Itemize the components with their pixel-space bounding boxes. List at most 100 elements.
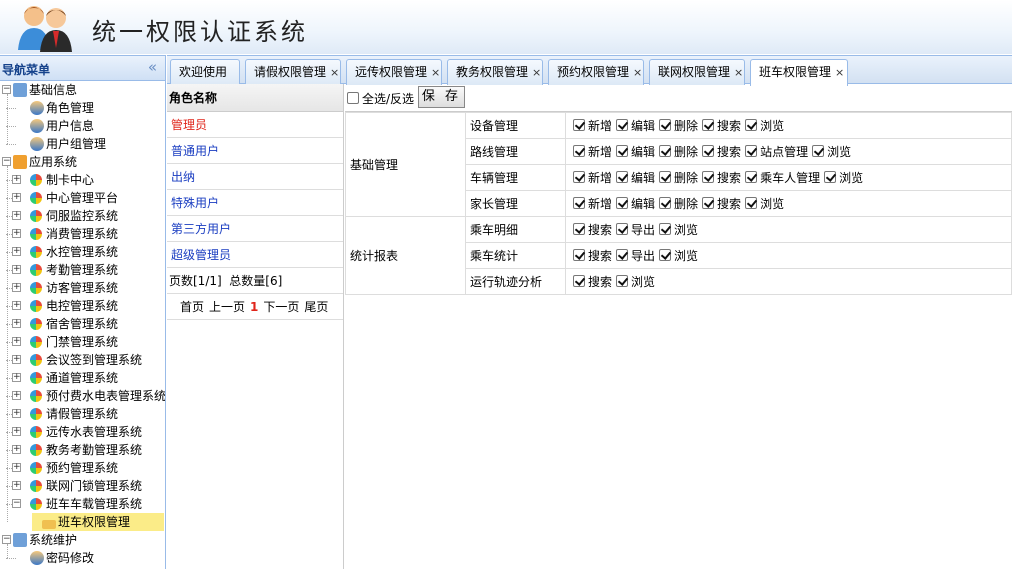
tab-2[interactable]: 远传权限管理 × — [346, 59, 442, 85]
permission-option[interactable]: 导出 — [616, 249, 655, 263]
permission-option[interactable]: 搜索 — [702, 197, 741, 211]
tree-item[interactable]: + 考勤管理系统 — [6, 261, 118, 279]
tree-item[interactable]: − 班车车载管理系统 — [6, 495, 142, 513]
checkbox[interactable] — [745, 171, 758, 183]
checkbox[interactable] — [659, 119, 672, 131]
close-icon[interactable]: × — [835, 66, 844, 79]
tree-item[interactable]: + 联网门锁管理系统 — [6, 477, 142, 495]
tree-item[interactable]: + 通道管理系统 — [6, 369, 118, 387]
permission-option[interactable]: 编辑 — [616, 171, 655, 185]
permission-option[interactable]: 搜索 — [573, 223, 612, 237]
checkbox[interactable] — [573, 119, 585, 131]
permission-option[interactable]: 浏览 — [659, 249, 698, 263]
tab-1[interactable]: 请假权限管理 × — [245, 59, 341, 85]
checkbox[interactable] — [659, 249, 672, 261]
tree-item[interactable]: 用户信息 — [6, 117, 94, 135]
role-item[interactable]: 普通用户 — [167, 138, 343, 164]
permission-option[interactable]: 删除 — [659, 171, 698, 185]
expand-toggle-icon[interactable]: + — [12, 463, 21, 472]
expand-toggle-icon[interactable]: + — [12, 283, 21, 292]
tree-item[interactable]: + 电控管理系统 — [6, 297, 118, 315]
select-all-checkbox[interactable] — [347, 92, 359, 104]
expand-toggle-icon[interactable]: + — [12, 319, 21, 328]
expand-toggle-icon[interactable]: + — [12, 229, 21, 238]
tree-item[interactable]: + 请假管理系统 — [6, 405, 118, 423]
expand-toggle-icon[interactable]: + — [12, 193, 21, 202]
first-page-link[interactable]: 首页 — [180, 300, 204, 314]
checkbox[interactable] — [616, 275, 629, 287]
checkbox[interactable] — [616, 171, 629, 183]
expand-toggle-icon[interactable]: + — [12, 427, 21, 436]
collapse-toggle-icon[interactable]: − — [2, 85, 11, 94]
checkbox[interactable] — [659, 223, 672, 235]
tree-item[interactable]: 角色管理 — [6, 99, 94, 117]
tree-node-1[interactable]: − 应用系统 — [0, 153, 77, 171]
role-item[interactable]: 特殊用户 — [167, 190, 343, 216]
expand-toggle-icon[interactable]: + — [12, 265, 21, 274]
permission-option[interactable]: 编辑 — [616, 145, 655, 159]
tree-item[interactable]: + 远传水表管理系统 — [6, 423, 142, 441]
permission-option[interactable]: 新增 — [573, 145, 612, 159]
tree-item[interactable]: + 制卡中心 — [6, 171, 94, 189]
checkbox[interactable] — [659, 145, 672, 157]
checkbox[interactable] — [812, 145, 825, 157]
expand-toggle-icon[interactable]: + — [12, 409, 21, 418]
tab-0[interactable]: 欢迎使用 — [170, 59, 240, 85]
permission-option[interactable]: 搜索 — [702, 171, 741, 185]
expand-toggle-icon[interactable]: + — [12, 373, 21, 382]
permission-option[interactable]: 搜索 — [573, 275, 612, 289]
permission-option[interactable]: 搜索 — [573, 249, 612, 263]
tree-item[interactable]: + 伺服监控系统 — [6, 207, 118, 225]
expand-toggle-icon[interactable]: + — [12, 355, 21, 364]
checkbox[interactable] — [702, 197, 715, 209]
tree-item[interactable]: + 预付费水电表管理系统 — [6, 387, 165, 405]
save-button[interactable]: 保 存 — [418, 86, 465, 108]
tree-item-selected[interactable]: 班车权限管理 — [32, 513, 164, 531]
permission-option[interactable]: 浏览 — [745, 119, 784, 133]
tab-6[interactable]: 班车权限管理 × — [750, 59, 848, 86]
checkbox[interactable] — [702, 119, 715, 131]
expand-toggle-icon[interactable]: + — [12, 211, 21, 220]
checkbox[interactable] — [702, 171, 715, 183]
permission-option[interactable]: 浏览 — [616, 275, 655, 289]
tab-3[interactable]: 教务权限管理 × — [447, 59, 543, 85]
permission-option[interactable]: 删除 — [659, 119, 698, 133]
permission-option[interactable]: 浏览 — [824, 171, 863, 185]
tab-5[interactable]: 联网权限管理 × — [649, 59, 745, 85]
expand-toggle-icon[interactable]: + — [12, 481, 21, 490]
role-item[interactable]: 超级管理员 — [167, 242, 343, 268]
checkbox[interactable] — [702, 145, 715, 157]
tree-item[interactable]: + 会议签到管理系统 — [6, 351, 142, 369]
expand-toggle-icon[interactable]: + — [12, 337, 21, 346]
permission-option[interactable]: 删除 — [659, 145, 698, 159]
expand-toggle-icon[interactable]: + — [12, 247, 21, 256]
tab-4[interactable]: 预约权限管理 × — [548, 59, 644, 85]
permission-option[interactable]: 浏览 — [812, 145, 851, 159]
tree-item[interactable]: + 消费管理系统 — [6, 225, 118, 243]
permission-option[interactable]: 浏览 — [659, 223, 698, 237]
role-item[interactable]: 出纳 — [167, 164, 343, 190]
tree-item[interactable]: + 教务考勤管理系统 — [6, 441, 142, 459]
expand-toggle-icon[interactable]: + — [12, 301, 21, 310]
expand-toggle-icon[interactable]: + — [12, 445, 21, 454]
checkbox[interactable] — [824, 171, 837, 183]
permission-option[interactable]: 新增 — [573, 119, 612, 133]
close-icon[interactable]: × — [330, 66, 339, 79]
tree-item[interactable]: 密码修改 — [6, 549, 94, 567]
collapse-icon[interactable]: « — [148, 58, 157, 76]
checkbox[interactable] — [745, 145, 758, 157]
tree-item[interactable]: + 访客管理系统 — [6, 279, 118, 297]
permission-option[interactable]: 导出 — [616, 223, 655, 237]
permission-option[interactable]: 编辑 — [616, 119, 655, 133]
checkbox[interactable] — [573, 197, 585, 209]
tree-item[interactable]: 用户组管理 — [6, 135, 106, 153]
checkbox[interactable] — [659, 197, 672, 209]
permission-option[interactable]: 新增 — [573, 197, 612, 211]
permission-option[interactable]: 浏览 — [745, 197, 784, 211]
last-page-link[interactable]: 尾页 — [304, 300, 328, 314]
checkbox[interactable] — [616, 119, 629, 131]
tree-node-2[interactable]: − 系统维护 — [0, 531, 77, 549]
expand-toggle-icon[interactable]: + — [12, 175, 21, 184]
next-page-link[interactable]: 下一页 — [263, 300, 299, 314]
prev-page-link[interactable]: 上一页 — [209, 300, 245, 314]
